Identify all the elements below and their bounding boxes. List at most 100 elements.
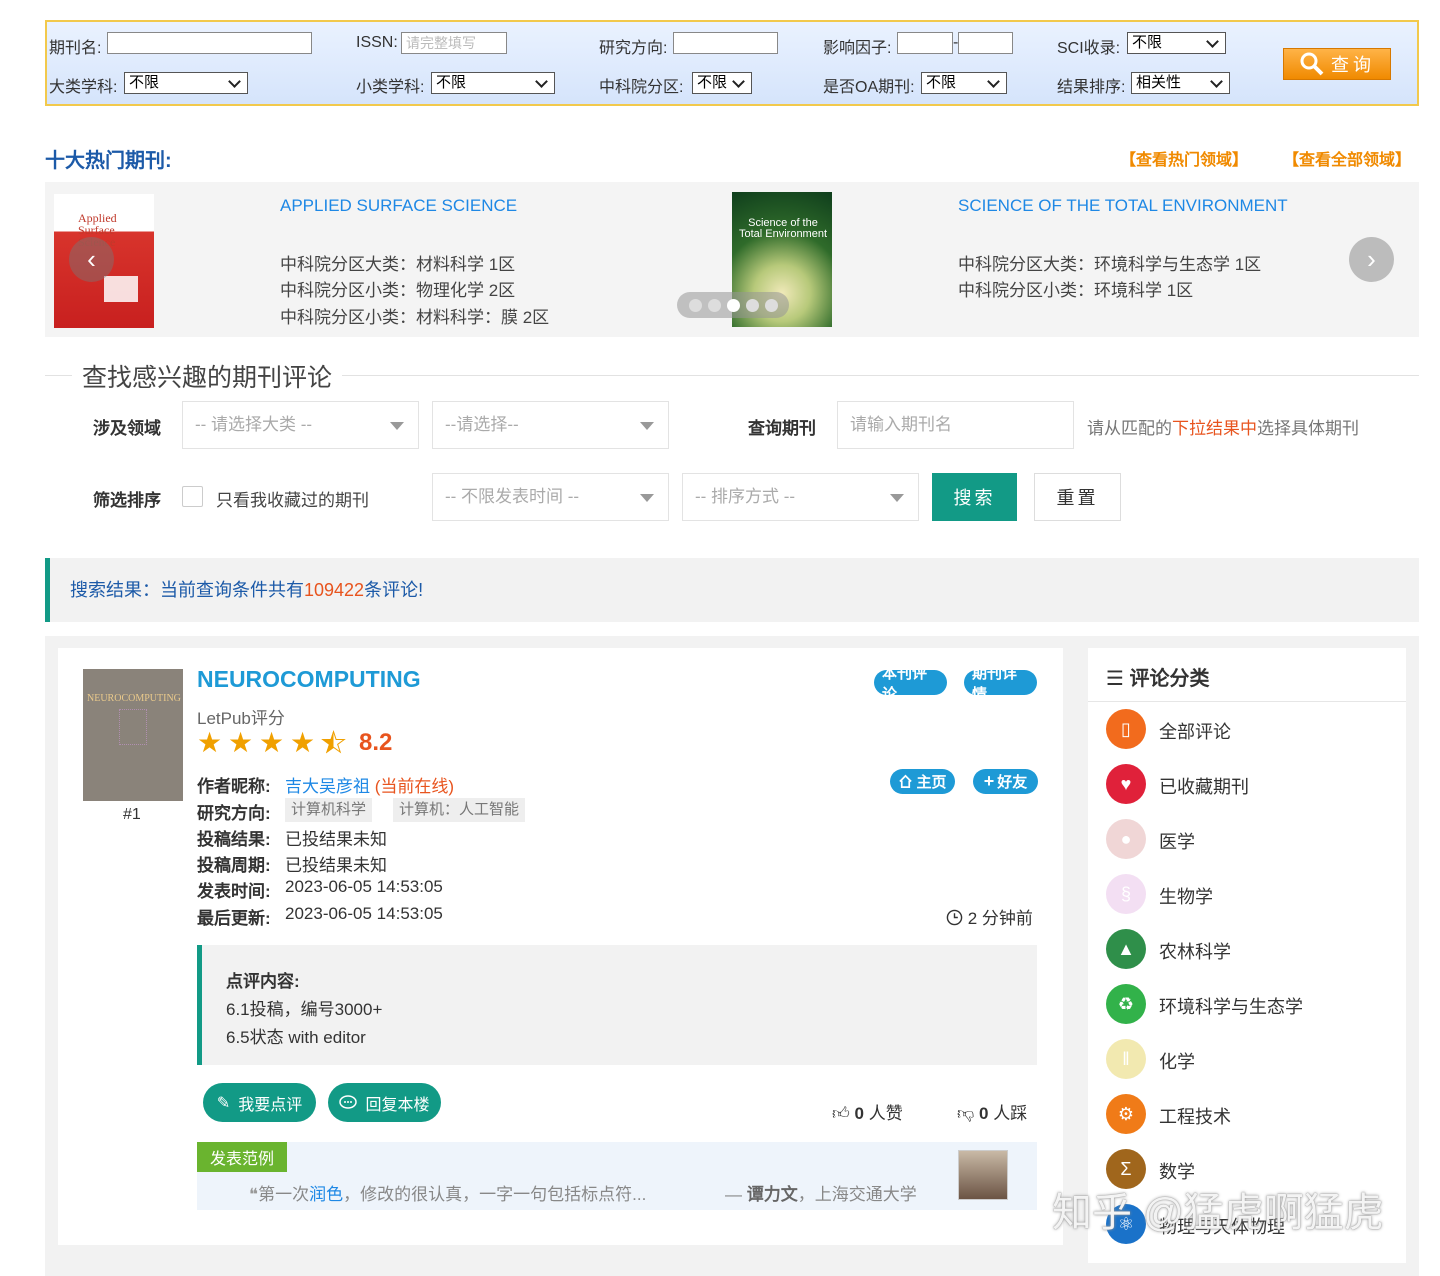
- minor-label: 小类学科:: [356, 79, 425, 96]
- sidebar-item-label: 化学: [1159, 1052, 1195, 1072]
- clock-icon: [946, 909, 963, 926]
- plus-icon: +: [983, 771, 995, 791]
- field-minor-select[interactable]: --请选择--: [432, 401, 669, 449]
- sidebar-item-label: 已收藏期刊: [1159, 777, 1249, 797]
- issn-input[interactable]: 请完整填写: [401, 32, 507, 54]
- publish-time-select[interactable]: -- 不限发表时间 --: [432, 473, 669, 521]
- impact-label: 影响因子:: [823, 40, 892, 57]
- recycle-icon: ♻: [1106, 984, 1146, 1024]
- journal-name-input[interactable]: [107, 32, 312, 54]
- dna-icon: §: [1106, 874, 1146, 914]
- this-journal-reviews-button[interactable]: 本刊评论: [874, 665, 947, 703]
- reply-label: 回复本楼: [365, 1096, 430, 1114]
- only-favorites-checkbox[interactable]: [182, 486, 203, 507]
- author-home-button[interactable]: 主页: [890, 769, 955, 794]
- sidebar-item-label: 全部评论: [1159, 722, 1231, 742]
- sidebar-item-label: 医学: [1159, 832, 1195, 852]
- carousel-dot[interactable]: [707, 298, 721, 312]
- sort-select[interactable]: 相关性: [1131, 72, 1230, 94]
- write-review-label: 我要点评: [238, 1096, 303, 1114]
- result-key: 投稿结果:: [197, 830, 271, 849]
- example-quote[interactable]: ❝第一次润色，修改的很认真，一字一句包括标点符...: [249, 1180, 646, 1205]
- direction-tag[interactable]: 计算机：人工智能: [393, 798, 526, 822]
- carousel-dot[interactable]: [688, 298, 702, 312]
- result-suffix: 条评论!: [364, 580, 424, 600]
- journal-cover-neurocomputing[interactable]: NEUROCOMPUTING: [83, 669, 183, 801]
- like-unit: 人赞: [868, 1104, 903, 1123]
- hot-journals-title: 十大热门期刊:: [45, 150, 172, 172]
- query-hint-highlight: 下拉结果中: [1172, 419, 1257, 438]
- impact-max-input[interactable]: [958, 32, 1013, 54]
- sci-select[interactable]: 不限: [1127, 32, 1226, 54]
- author-home-label: 主页: [916, 774, 947, 791]
- quote-icon: ❝: [249, 1185, 259, 1204]
- author-value: 吉大吴彦祖 (当前在线): [285, 772, 454, 797]
- query-journal-label: 查询期刊: [748, 419, 816, 438]
- add-friend-button[interactable]: + 好友: [973, 769, 1038, 794]
- journal-detail-button[interactable]: 期刊详情: [964, 665, 1037, 703]
- advanced-search-panel: 期刊名: ISSN: 请完整填写 研究方向: 影响因子: - SCI收录: 不限…: [45, 20, 1419, 106]
- example-text-link[interactable]: 润色: [309, 1185, 343, 1204]
- star-icon: ★: [228, 727, 254, 758]
- carousel-dot[interactable]: [726, 298, 740, 312]
- letpub-score-label: LetPub评分: [197, 709, 285, 728]
- major-select[interactable]: 不限: [124, 72, 248, 94]
- reset-button[interactable]: 重置: [1034, 473, 1121, 521]
- direction-key: 研究方向:: [197, 804, 271, 823]
- dislike-button[interactable]: 👎︎ 0 人踩: [957, 1099, 1027, 1124]
- sidebar-item-label: 生物学: [1159, 887, 1213, 907]
- cas-select[interactable]: 不限: [692, 72, 752, 94]
- direction-input[interactable]: [673, 32, 778, 54]
- result-prefix: 搜索结果：当前查询条件共有: [70, 580, 304, 600]
- query-hint-prefix: 请从匹配的: [1087, 419, 1172, 438]
- example-author-dash: —: [725, 1185, 742, 1204]
- hot-journal-line: 中科院分区小类：材料科学：膜 2区: [280, 308, 550, 327]
- sci-label: SCI收录:: [1057, 40, 1121, 57]
- chat-bubble-icon: [339, 1094, 358, 1109]
- carousel-prev-button[interactable]: ‹: [69, 237, 114, 282]
- reply-button[interactable]: 回复本楼: [328, 1083, 441, 1122]
- issn-label: ISSN:: [356, 34, 398, 51]
- example-text-pre: 第一次: [258, 1185, 310, 1204]
- update-time-value: 2023-06-05 14:53:05: [285, 904, 443, 923]
- add-friend-label: 好友: [997, 774, 1028, 791]
- period-value: 已投结果未知: [285, 856, 387, 875]
- thumbs-up-icon: 👍︎: [832, 1104, 850, 1123]
- only-favorites-label[interactable]: 只看我收藏过的期刊: [216, 486, 369, 511]
- example-author-org: ，上海交通大学: [797, 1185, 917, 1204]
- review-content-title: 点评内容:: [226, 972, 300, 991]
- carousel-dot[interactable]: [745, 298, 759, 312]
- order-select[interactable]: -- 排序方式 --: [682, 473, 919, 521]
- engineer-icon: ⚙: [1106, 1094, 1146, 1134]
- direction-tag[interactable]: 计算机科学: [285, 798, 373, 822]
- journal-name-label: 期刊名:: [49, 40, 102, 57]
- dislike-unit: 人踩: [993, 1104, 1028, 1123]
- star-icon: ★: [197, 727, 223, 758]
- hot-journal-title[interactable]: SCIENCE OF THE TOTAL ENVIRONMENT: [958, 196, 1288, 216]
- field-major-select[interactable]: -- 请选择大类 --: [182, 401, 419, 449]
- avatar[interactable]: [958, 1150, 1008, 1200]
- oa-select[interactable]: 不限: [921, 72, 1007, 94]
- tree-icon: ▲: [1106, 929, 1146, 969]
- hot-journal-title[interactable]: APPLIED SURFACE SCIENCE: [280, 196, 517, 216]
- minor-select[interactable]: 不限: [431, 72, 555, 94]
- like-count: 0: [854, 1104, 864, 1123]
- query-button[interactable]: 查询: [1283, 48, 1391, 80]
- view-hot-fields-link[interactable]: 【查看热门领域】: [1120, 146, 1248, 170]
- like-button[interactable]: 👍︎ 0 人赞: [832, 1099, 903, 1124]
- impact-min-input[interactable]: [897, 32, 953, 54]
- author-name-link[interactable]: 吉大吴彦祖: [285, 777, 370, 796]
- result-value: 已投结果未知: [285, 830, 387, 849]
- author-online-status: (当前在线): [374, 777, 455, 796]
- view-all-fields-link[interactable]: 【查看全部领域】: [1283, 146, 1411, 170]
- home-icon: [899, 774, 913, 788]
- review-journal-name[interactable]: NEUROCOMPUTING: [197, 666, 421, 693]
- query-journal-input[interactable]: 请输入期刊名: [837, 401, 1074, 449]
- carousel-next-button[interactable]: ›: [1349, 237, 1394, 282]
- carousel-dot[interactable]: [764, 298, 778, 312]
- result-count: 109422: [304, 580, 365, 600]
- publish-time-key: 发表时间:: [197, 882, 271, 901]
- review-content-line: 6.1投稿，编号3000+: [226, 1000, 383, 1019]
- write-review-button[interactable]: ✎ 我要点评: [203, 1083, 316, 1122]
- search-button[interactable]: 搜索: [932, 473, 1017, 521]
